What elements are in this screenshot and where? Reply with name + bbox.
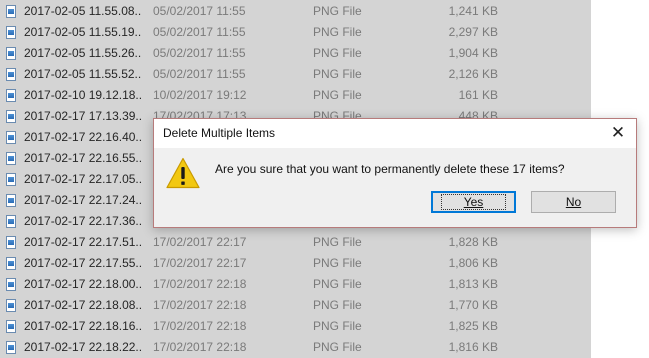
png-image-icon	[6, 257, 16, 270]
file-row[interactable]: 2017-02-05 11.55.19... 05/02/2017 11:55 PN…	[0, 22, 591, 43]
file-type: PNG File	[313, 319, 362, 333]
file-name: 2017-02-10 19.12.18...	[24, 88, 142, 102]
file-name: 2017-02-17 22.18.00...	[24, 277, 142, 291]
yes-button[interactable]: Yes	[431, 191, 516, 213]
file-date-modified: 05/02/2017 11:55	[153, 46, 246, 60]
delete-confirm-dialog: Delete Multiple Items ✕ Are you sure tha…	[153, 118, 637, 228]
file-name: 2017-02-17 22.18.08...	[24, 298, 142, 312]
file-name: 2017-02-17 22.17.36...	[24, 214, 142, 228]
file-type: PNG File	[313, 4, 362, 18]
file-row[interactable]: 2017-02-17 22.17.55... 17/02/2017 22:17 PN…	[0, 253, 591, 274]
file-type: PNG File	[313, 25, 362, 39]
png-image-icon	[6, 341, 16, 354]
file-name: 2017-02-05 11.55.52...	[24, 67, 142, 81]
dialog-title-bar[interactable]: Delete Multiple Items ✕	[154, 119, 636, 148]
png-image-icon	[6, 194, 16, 207]
file-size: 161 KB	[458, 88, 498, 102]
file-row[interactable]: 2017-02-05 11.55.52... 05/02/2017 11:55 PN…	[0, 64, 591, 85]
file-type: PNG File	[313, 298, 362, 312]
file-size: 2,297 KB	[448, 25, 498, 39]
file-size: 1,825 KB	[448, 319, 498, 333]
png-image-icon	[6, 89, 16, 102]
file-date-modified: 17/02/2017 22:17	[153, 235, 247, 249]
png-image-icon	[6, 5, 16, 18]
file-size: 1,816 KB	[448, 340, 498, 354]
png-image-icon	[6, 215, 16, 228]
file-name: 2017-02-17 22.18.22...	[24, 340, 142, 354]
png-image-icon	[6, 278, 16, 291]
file-date-modified: 17/02/2017 22:17	[153, 256, 247, 270]
file-name: 2017-02-17 22.16.40...	[24, 130, 142, 144]
file-type: PNG File	[313, 46, 362, 60]
file-date-modified: 05/02/2017 11:55	[153, 25, 246, 39]
png-image-icon	[6, 47, 16, 60]
file-type: PNG File	[313, 277, 362, 291]
file-name: 2017-02-05 11.55.26...	[24, 46, 142, 60]
file-row[interactable]: 2017-02-17 22.18.08... 17/02/2017 22:18 PN…	[0, 295, 591, 316]
png-image-icon	[6, 236, 16, 249]
file-row[interactable]: 2017-02-05 11.55.08... 05/02/2017 11:55 PN…	[0, 1, 591, 22]
file-size: 1,828 KB	[448, 235, 498, 249]
file-size: 1,806 KB	[448, 256, 498, 270]
dialog-title: Delete Multiple Items	[163, 126, 276, 140]
dialog-message: Are you sure that you want to permanentl…	[215, 162, 565, 176]
warning-icon	[166, 157, 200, 189]
file-size: 1,904 KB	[448, 46, 498, 60]
png-image-icon	[6, 320, 16, 333]
yes-button-label: Yes	[463, 195, 484, 209]
file-type: PNG File	[313, 67, 362, 81]
close-icon[interactable]: ✕	[600, 119, 636, 148]
file-date-modified: 17/02/2017 22:18	[153, 298, 247, 312]
file-row[interactable]: 2017-02-17 22.18.16... 17/02/2017 22:18 PN…	[0, 316, 591, 337]
file-date-modified: 10/02/2017 19:12	[153, 88, 247, 102]
file-date-modified: 17/02/2017 22:18	[153, 319, 247, 333]
file-row[interactable]: 2017-02-10 19.12.18... 10/02/2017 19:12 PN…	[0, 85, 591, 106]
file-row[interactable]: 2017-02-05 11.55.26... 05/02/2017 11:55 PN…	[0, 43, 591, 64]
file-name: 2017-02-17 22.17.51...	[24, 235, 142, 249]
file-row[interactable]: 2017-02-17 22.18.22... 17/02/2017 22:18 PN…	[0, 337, 591, 358]
file-size: 1,813 KB	[448, 277, 498, 291]
file-date-modified: 05/02/2017 11:55	[153, 4, 246, 18]
file-name: 2017-02-17 22.17.24...	[24, 193, 142, 207]
png-image-icon	[6, 152, 16, 165]
file-type: PNG File	[313, 235, 362, 249]
file-type: PNG File	[313, 88, 362, 102]
file-name: 2017-02-05 11.55.19...	[24, 25, 142, 39]
no-button[interactable]: No	[531, 191, 616, 213]
png-image-icon	[6, 110, 16, 123]
file-name: 2017-02-17 22.17.05...	[24, 172, 142, 186]
png-image-icon	[6, 131, 16, 144]
file-name: 2017-02-17 22.17.55...	[24, 256, 142, 270]
no-button-label: No	[565, 195, 582, 209]
file-date-modified: 17/02/2017 22:18	[153, 277, 247, 291]
file-name: 2017-02-05 11.55.08...	[24, 4, 142, 18]
file-row[interactable]: 2017-02-17 22.17.51... 17/02/2017 22:17 PN…	[0, 232, 591, 253]
dialog-body: Are you sure that you want to permanentl…	[154, 148, 636, 227]
png-image-icon	[6, 26, 16, 39]
file-date-modified: 05/02/2017 11:55	[153, 67, 246, 81]
png-image-icon	[6, 173, 16, 186]
file-type: PNG File	[313, 340, 362, 354]
file-row[interactable]: 2017-02-17 22.18.00... 17/02/2017 22:18 PN…	[0, 274, 591, 295]
file-name: 2017-02-17 17.13.39...	[24, 109, 142, 123]
png-image-icon	[6, 68, 16, 81]
file-date-modified: 17/02/2017 22:18	[153, 340, 247, 354]
file-size: 2,126 KB	[448, 67, 498, 81]
file-size: 1,241 KB	[448, 4, 498, 18]
file-name: 2017-02-17 22.16.55...	[24, 151, 142, 165]
file-type: PNG File	[313, 256, 362, 270]
png-image-icon	[6, 299, 16, 312]
file-name: 2017-02-17 22.18.16...	[24, 319, 142, 333]
file-size: 1,770 KB	[448, 298, 498, 312]
